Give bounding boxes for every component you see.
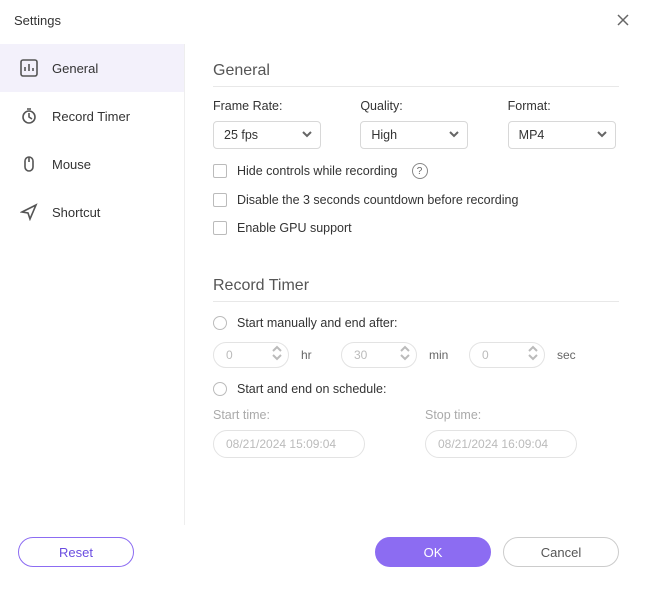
close-icon xyxy=(616,13,630,27)
schedule-option-label: Start and end on schedule: xyxy=(237,382,386,396)
stepper-spinner[interactable] xyxy=(400,345,410,361)
stop-time-label: Stop time: xyxy=(425,408,577,422)
sidebar: General Record Timer Mouse Shortcut xyxy=(0,44,185,525)
manual-radio[interactable] xyxy=(213,316,227,330)
seconds-unit: sec xyxy=(557,348,585,362)
quality-value: High xyxy=(371,128,397,142)
body: General Record Timer Mouse Shortcut xyxy=(0,44,647,525)
sidebar-item-shortcut[interactable]: Shortcut xyxy=(0,188,184,236)
ok-button-label: OK xyxy=(424,545,443,560)
sidebar-item-label: Record Timer xyxy=(52,109,130,124)
duration-row: 0 hr 30 min xyxy=(213,342,619,368)
stop-time-value: 08/21/2024 16:09:04 xyxy=(438,437,548,451)
send-icon xyxy=(20,203,38,221)
hours-stepper[interactable]: 0 xyxy=(213,342,289,368)
frame-rate-label: Frame Rate: xyxy=(213,99,324,113)
schedule-radio[interactable] xyxy=(213,382,227,396)
disable-countdown-checkbox[interactable] xyxy=(213,193,227,207)
start-time-input[interactable]: 08/21/2024 15:09:04 xyxy=(213,430,365,458)
chevron-down-icon xyxy=(272,353,282,361)
chevron-up-icon xyxy=(400,345,410,353)
sidebar-item-label: Mouse xyxy=(52,157,91,172)
chevron-down-icon xyxy=(449,128,459,142)
cancel-button-label: Cancel xyxy=(541,545,581,560)
stop-time-input[interactable]: 08/21/2024 16:09:04 xyxy=(425,430,577,458)
start-time-label: Start time: xyxy=(213,408,365,422)
chevron-down-icon xyxy=(528,353,538,361)
stepper-spinner[interactable] xyxy=(272,345,282,361)
reset-button-label: Reset xyxy=(59,545,93,560)
quality-col: Quality: High xyxy=(360,99,471,149)
sidebar-item-label: General xyxy=(52,61,98,76)
footer: Reset OK Cancel xyxy=(0,525,647,589)
quality-label: Quality: xyxy=(360,99,471,113)
divider xyxy=(213,86,619,87)
divider xyxy=(213,301,619,302)
window-title: Settings xyxy=(14,13,61,28)
gpu-row: Enable GPU support xyxy=(213,221,619,235)
titlebar: Settings xyxy=(0,0,647,44)
hide-controls-checkbox[interactable] xyxy=(213,164,227,178)
sidebar-item-mouse[interactable]: Mouse xyxy=(0,140,184,188)
frame-rate-value: 25 fps xyxy=(224,128,258,142)
chevron-down-icon xyxy=(302,128,312,142)
hide-controls-row: Hide controls while recording ? xyxy=(213,163,619,179)
sidebar-item-record-timer[interactable]: Record Timer xyxy=(0,92,184,140)
stop-time-col: Stop time: 08/21/2024 16:09:04 xyxy=(425,408,577,458)
general-fields-row: Frame Rate: 25 fps Quality: High Format: xyxy=(213,99,619,149)
stepper-spinner[interactable] xyxy=(528,345,538,361)
frame-rate-select[interactable]: 25 fps xyxy=(213,121,321,149)
sidebar-item-label: Shortcut xyxy=(52,205,100,220)
hours-value: 0 xyxy=(226,348,233,362)
minutes-value: 30 xyxy=(354,348,367,362)
manual-option-row: Start manually and end after: xyxy=(213,316,619,330)
chevron-up-icon xyxy=(528,345,538,353)
quality-select[interactable]: High xyxy=(360,121,468,149)
start-time-value: 08/21/2024 15:09:04 xyxy=(226,437,336,451)
chevron-down-icon xyxy=(597,128,607,142)
hide-controls-label: Hide controls while recording xyxy=(237,164,398,178)
start-time-col: Start time: 08/21/2024 15:09:04 xyxy=(213,408,365,458)
format-select[interactable]: MP4 xyxy=(508,121,616,149)
section-title-general: General xyxy=(213,62,619,80)
cancel-button[interactable]: Cancel xyxy=(503,537,619,567)
seconds-value: 0 xyxy=(482,348,489,362)
disable-countdown-label: Disable the 3 seconds countdown before r… xyxy=(237,193,518,207)
minutes-unit: min xyxy=(429,348,457,362)
mouse-icon xyxy=(20,155,38,173)
format-label: Format: xyxy=(508,99,619,113)
content-panel: General Frame Rate: 25 fps Quality: High xyxy=(185,44,647,525)
minutes-stepper[interactable]: 30 xyxy=(341,342,417,368)
manual-option-label: Start manually and end after: xyxy=(237,316,398,330)
sidebar-item-general[interactable]: General xyxy=(0,44,184,92)
seconds-stepper[interactable]: 0 xyxy=(469,342,545,368)
chevron-down-icon xyxy=(400,353,410,361)
stopwatch-icon xyxy=(20,107,38,125)
record-timer-section: Record Timer Start manually and end afte… xyxy=(213,277,619,458)
gpu-checkbox[interactable] xyxy=(213,221,227,235)
schedule-option-row: Start and end on schedule: xyxy=(213,382,619,396)
bar-chart-icon xyxy=(20,59,38,77)
hours-unit: hr xyxy=(301,348,329,362)
settings-window: Settings General Record Timer xyxy=(0,0,647,589)
section-title-record-timer: Record Timer xyxy=(213,277,619,295)
help-icon[interactable]: ? xyxy=(412,163,428,179)
close-button[interactable] xyxy=(609,6,637,34)
format-col: Format: MP4 xyxy=(508,99,619,149)
disable-countdown-row: Disable the 3 seconds countdown before r… xyxy=(213,193,619,207)
format-value: MP4 xyxy=(519,128,545,142)
ok-button[interactable]: OK xyxy=(375,537,491,567)
frame-rate-col: Frame Rate: 25 fps xyxy=(213,99,324,149)
chevron-up-icon xyxy=(272,345,282,353)
reset-button[interactable]: Reset xyxy=(18,537,134,567)
schedule-times-row: Start time: 08/21/2024 15:09:04 Stop tim… xyxy=(213,408,619,458)
gpu-label: Enable GPU support xyxy=(237,221,352,235)
